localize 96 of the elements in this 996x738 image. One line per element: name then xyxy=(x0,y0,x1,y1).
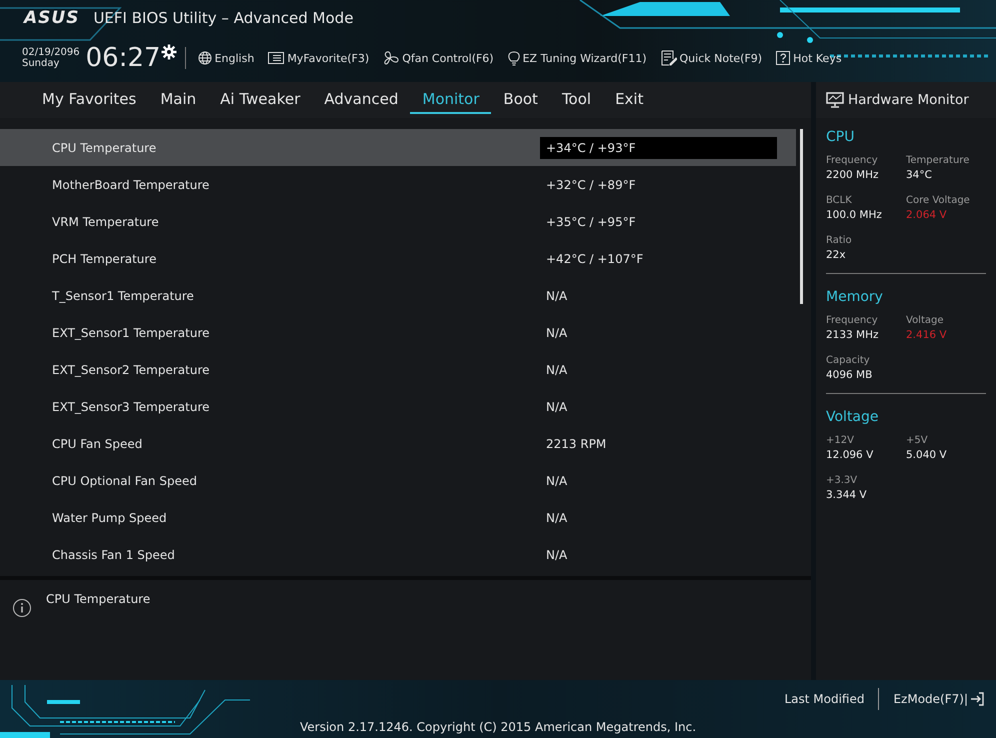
metric-label: +12V xyxy=(826,435,855,446)
last-modified-button[interactable]: Last Modified xyxy=(780,690,868,708)
metric-label: BCLK xyxy=(826,195,853,206)
scrollbar[interactable] xyxy=(800,129,803,304)
setting-label: EXT_Sensor1 Temperature xyxy=(52,326,211,340)
setting-value: 2213 RPM xyxy=(545,436,608,452)
setting-value: +42°C / +107°F xyxy=(545,250,644,268)
setting-label: VRM Temperature xyxy=(52,214,160,228)
setting-row[interactable]: EXT_Sensor1 Temperature N/A xyxy=(0,314,796,351)
panel-title: Hardware Monitor xyxy=(848,92,969,108)
day-text: Sunday xyxy=(22,58,60,69)
setting-label: Chassis Fan 1 Speed xyxy=(52,548,176,562)
metric-label: Temperature xyxy=(906,155,970,166)
menu-tab[interactable]: Main xyxy=(148,86,208,114)
setting-label: MotherBoard Temperature xyxy=(52,178,210,192)
toolbar-button[interactable]: MyFavorite(F3) xyxy=(262,52,376,64)
clock-time: 06:27 xyxy=(86,43,161,73)
setting-row[interactable]: VRM Temperature +35°C / +95°F xyxy=(0,203,796,240)
help-icon xyxy=(776,51,790,65)
setting-row[interactable]: Chassis Fan 1 Speed N/A xyxy=(0,536,796,573)
metric-value: 22x xyxy=(826,249,847,261)
exit-icon xyxy=(970,692,984,706)
metric-label: +5V xyxy=(906,435,929,446)
setting-value: N/A xyxy=(545,324,568,342)
menu-tab[interactable]: Ai Tweaker xyxy=(208,86,312,114)
setting-row[interactable]: CPU Temperature +34°C / +93°F xyxy=(0,129,796,166)
settings-icon[interactable] xyxy=(160,44,177,60)
setting-label: EXT_Sensor3 Temperature xyxy=(52,400,211,414)
section-title: Voltage xyxy=(826,409,879,425)
note-icon xyxy=(660,50,677,66)
setting-row[interactable]: PCH Temperature +42°C / +107°F xyxy=(0,240,796,277)
setting-row[interactable]: CPU Fan Speed 2213 RPM xyxy=(0,425,796,462)
setting-row[interactable]: Water Pump Speed N/A xyxy=(0,499,796,536)
setting-value: +32°C / +89°F xyxy=(545,176,637,194)
metric-value: 2.416 V xyxy=(906,329,948,341)
toolbar-button[interactable]: English xyxy=(192,51,260,65)
metric-label: Capacity xyxy=(826,355,871,366)
ez-mode-button[interactable]: EzMode(F7)| xyxy=(889,690,988,708)
setting-value: N/A xyxy=(545,472,568,490)
metric-value: 12.096 V xyxy=(826,449,874,461)
setting-row[interactable]: MotherBoard Temperature +32°C / +89°F xyxy=(0,166,796,203)
menu-tab[interactable]: Advanced xyxy=(312,86,410,114)
metric-label: Voltage xyxy=(906,315,945,326)
setting-value: N/A xyxy=(545,288,568,304)
toolbar-button[interactable]: Quick Note(F9) xyxy=(654,50,768,66)
monitor-icon xyxy=(826,92,844,108)
metric-label: Core Voltage xyxy=(906,195,971,206)
setting-row[interactable]: EXT_Sensor2 Temperature N/A xyxy=(0,351,796,388)
metric-value: 2.064 V xyxy=(906,209,948,221)
date-text: 02/19/2096 xyxy=(22,47,80,58)
window-title: UEFI BIOS Utility – Advanced Mode xyxy=(93,9,354,27)
version-text: Version 2.17.1246. Copyright (C) 2015 American Megatrends, Inc. xyxy=(300,720,696,734)
setting-label: T_Sensor1 Temperature xyxy=(52,288,195,302)
metric-value: 34°C xyxy=(906,169,933,181)
metric-label: Ratio xyxy=(826,235,853,246)
setting-row[interactable]: EXT_Sensor3 Temperature N/A xyxy=(0,388,796,425)
toolbar-button[interactable]: Hot Keys xyxy=(770,51,848,65)
setting-label: CPU Temperature xyxy=(52,140,158,154)
metric-value: 3.344 V xyxy=(826,489,868,501)
section-title: Memory xyxy=(826,289,883,305)
metric-value: 2133 MHz xyxy=(826,329,880,341)
metric-label: +3.3V xyxy=(826,475,858,486)
globe-icon xyxy=(198,51,212,65)
setting-value: N/A xyxy=(545,546,568,564)
list-icon xyxy=(268,52,284,64)
setting-value: N/A xyxy=(545,362,568,378)
toolbar-button[interactable]: EZ Tuning Wizard(F11) xyxy=(502,50,653,66)
setting-value: +35°C / +95°F xyxy=(545,214,637,230)
help-text: CPU Temperature xyxy=(46,592,150,606)
menu-tab[interactable]: Boot xyxy=(491,86,550,114)
metric-label: Frequency xyxy=(826,155,879,166)
setting-label: CPU Fan Speed xyxy=(52,436,144,450)
setting-label: CPU Optional Fan Speed xyxy=(52,474,198,488)
menu-tab[interactable]: Exit xyxy=(603,86,656,114)
setting-value: +34°C / +93°F xyxy=(540,136,777,158)
setting-label: PCH Temperature xyxy=(52,252,158,266)
info-icon xyxy=(12,598,32,618)
setting-label: Water Pump Speed xyxy=(52,510,168,524)
setting-row[interactable]: CPU Optional Fan Speed N/A xyxy=(0,462,796,499)
setting-label: EXT_Sensor2 Temperature xyxy=(52,362,211,376)
metric-label: Frequency xyxy=(826,315,879,326)
metric-value: 5.040 V xyxy=(906,449,948,461)
setting-row[interactable]: T_Sensor1 Temperature N/A xyxy=(0,277,796,314)
lightbulb-icon xyxy=(508,50,520,66)
setting-value: N/A xyxy=(545,510,568,526)
setting-value: N/A xyxy=(545,398,568,416)
metric-value: 100.0 MHz xyxy=(826,209,883,221)
fan-icon xyxy=(383,51,400,65)
menu-tab[interactable]: Tool xyxy=(550,86,604,114)
metric-value: 2200 MHz xyxy=(826,169,880,181)
section-title: CPU xyxy=(826,129,854,145)
menu-tab[interactable]: My Favorites xyxy=(30,86,148,114)
toolbar-button[interactable]: Qfan Control(F6) xyxy=(377,51,500,65)
menu-tab[interactable]: Monitor xyxy=(410,86,492,114)
brand-logo: ASUS xyxy=(24,8,80,28)
metric-value: 4096 MB xyxy=(826,369,874,381)
